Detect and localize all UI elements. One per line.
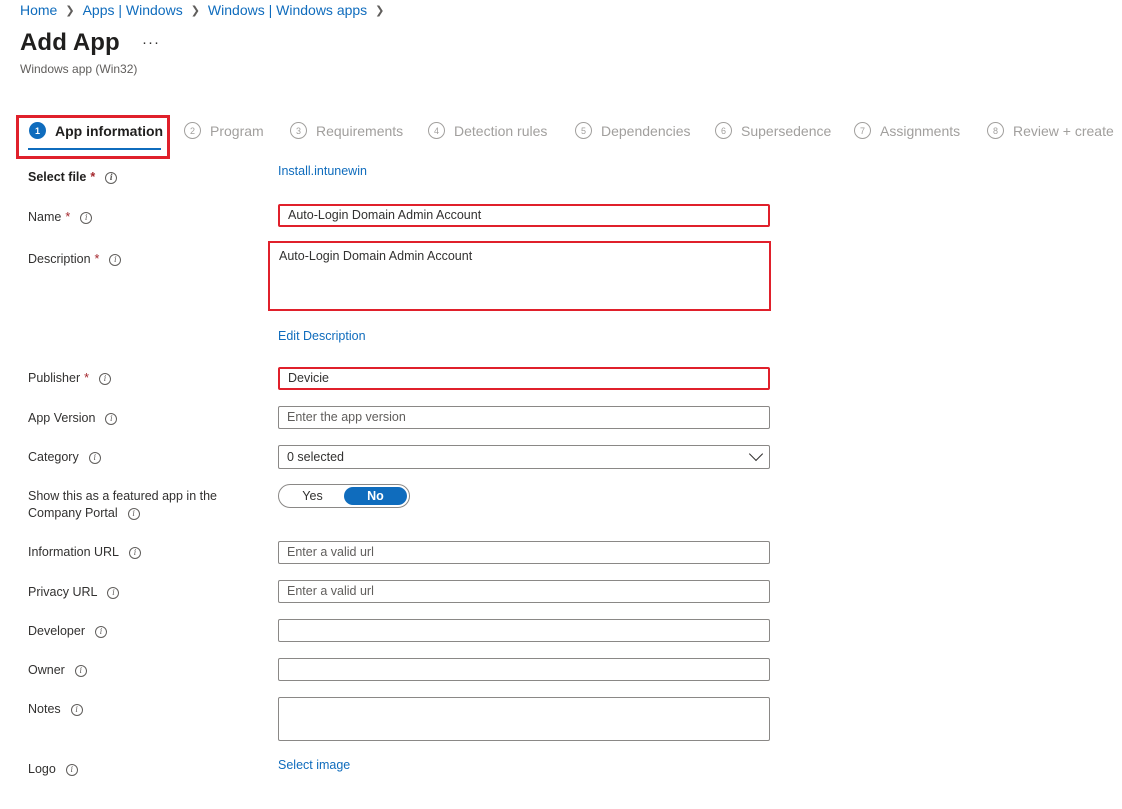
step-label: Review + create [1013,122,1114,139]
category-value: 0 selected [287,450,344,464]
step-label: Detection rules [454,122,548,139]
step-label: Program [210,122,264,139]
description-label: Description * i [28,251,122,268]
step-label: Supersedence [741,122,832,139]
developer-label: Developer i [28,623,107,640]
info-icon[interactable]: i [127,507,140,520]
name-field[interactable]: Auto-Login Domain Admin Account [278,204,770,227]
chevron-right-icon: ❯ [65,4,75,17]
category-dropdown[interactable]: 0 selected [278,445,770,469]
step-label: App information [55,122,164,139]
name-label: Name * i [28,209,93,226]
step-number-icon: 1 [29,122,46,139]
step-dependencies[interactable]: 5 Dependencies [575,122,691,139]
featured-app-label: Show this as a featured app in the Compa… [28,489,218,520]
step-app-information[interactable]: 1 App information [29,122,163,139]
information-url-input[interactable]: Enter a valid url [278,541,770,564]
more-options-button[interactable]: ··· [142,34,160,51]
required-marker: * [94,252,100,266]
step-number-icon: 4 [428,122,445,139]
breadcrumb-apps-windows[interactable]: Apps | Windows [83,2,183,18]
app-version-label: App Version i [28,410,118,427]
step-assignments[interactable]: 7 Assignments [854,122,960,139]
step-review-create[interactable]: 8 Review + create [987,122,1114,139]
info-icon[interactable]: i [80,211,93,224]
info-icon[interactable]: i [70,703,83,716]
notes-label: Notes i [28,701,83,718]
step-number-icon: 7 [854,122,871,139]
owner-label: Owner i [28,662,87,679]
owner-input[interactable] [278,658,770,681]
toggle-no-option[interactable]: No [344,487,407,505]
information-url-label: Information URL i [28,544,142,561]
step-requirements[interactable]: 3 Requirements [290,122,403,139]
chevron-right-icon: ❯ [190,4,200,17]
publisher-label: Publisher * i [28,370,111,387]
select-file-label: Select file * i [28,169,118,186]
featured-app-toggle[interactable]: Yes No [278,484,410,508]
privacy-url-input[interactable]: Enter a valid url [278,580,770,603]
step-supersedence[interactable]: 6 Supersedence [715,122,831,139]
info-icon[interactable]: i [105,412,118,425]
publisher-field[interactable]: Devicie [278,367,770,390]
select-image-link[interactable]: Select image [278,758,350,772]
category-label: Category i [28,449,101,466]
required-marker: * [84,371,89,385]
developer-input[interactable] [278,619,770,642]
breadcrumb-home[interactable]: Home [20,2,57,18]
info-icon[interactable]: i [99,372,111,385]
app-version-input[interactable]: Enter the app version [278,406,770,429]
wizard-steps: 1 App information 2 Program 3 Requiremen… [0,112,1122,159]
notes-textarea[interactable] [278,697,770,741]
edit-description-link[interactable]: Edit Description [278,329,366,343]
step-program[interactable]: 2 Program [184,122,264,139]
required-marker: * [65,210,71,224]
breadcrumb: Home ❯ Apps | Windows ❯ Windows | Window… [20,2,392,18]
step-label: Requirements [316,122,404,139]
step-number-icon: 2 [184,122,201,139]
info-icon[interactable]: i [94,625,107,638]
chevron-down-icon [748,446,764,462]
select-file-link[interactable]: Install.intunewin [278,164,367,178]
step-number-icon: 5 [575,122,592,139]
page-subtitle: Windows app (Win32) [20,62,138,76]
step-number-icon: 3 [290,122,307,139]
breadcrumb-windows-apps[interactable]: Windows | Windows apps [208,2,367,18]
chevron-right-icon: ❯ [375,4,385,17]
page-title: Add App [20,29,120,56]
info-icon[interactable]: i [109,253,122,266]
required-marker: * [90,170,96,184]
info-icon[interactable]: i [65,763,78,776]
info-icon[interactable]: i [107,586,120,599]
info-icon[interactable]: i [129,546,142,559]
info-icon[interactable]: i [105,171,118,184]
toggle-yes-option[interactable]: Yes [281,487,344,505]
step-label: Assignments [880,122,961,139]
step-detection-rules[interactable]: 4 Detection rules [428,122,547,139]
step-number-icon: 8 [987,122,1004,139]
step-number-icon: 6 [715,122,732,139]
privacy-url-label: Privacy URL i [28,584,120,601]
info-icon[interactable]: i [88,451,101,464]
description-field[interactable]: Auto-Login Domain Admin Account [268,241,771,311]
logo-label: Logo i [28,761,78,778]
step-label: Dependencies [601,122,691,139]
active-step-underline [28,148,161,150]
info-icon[interactable]: i [74,664,87,677]
